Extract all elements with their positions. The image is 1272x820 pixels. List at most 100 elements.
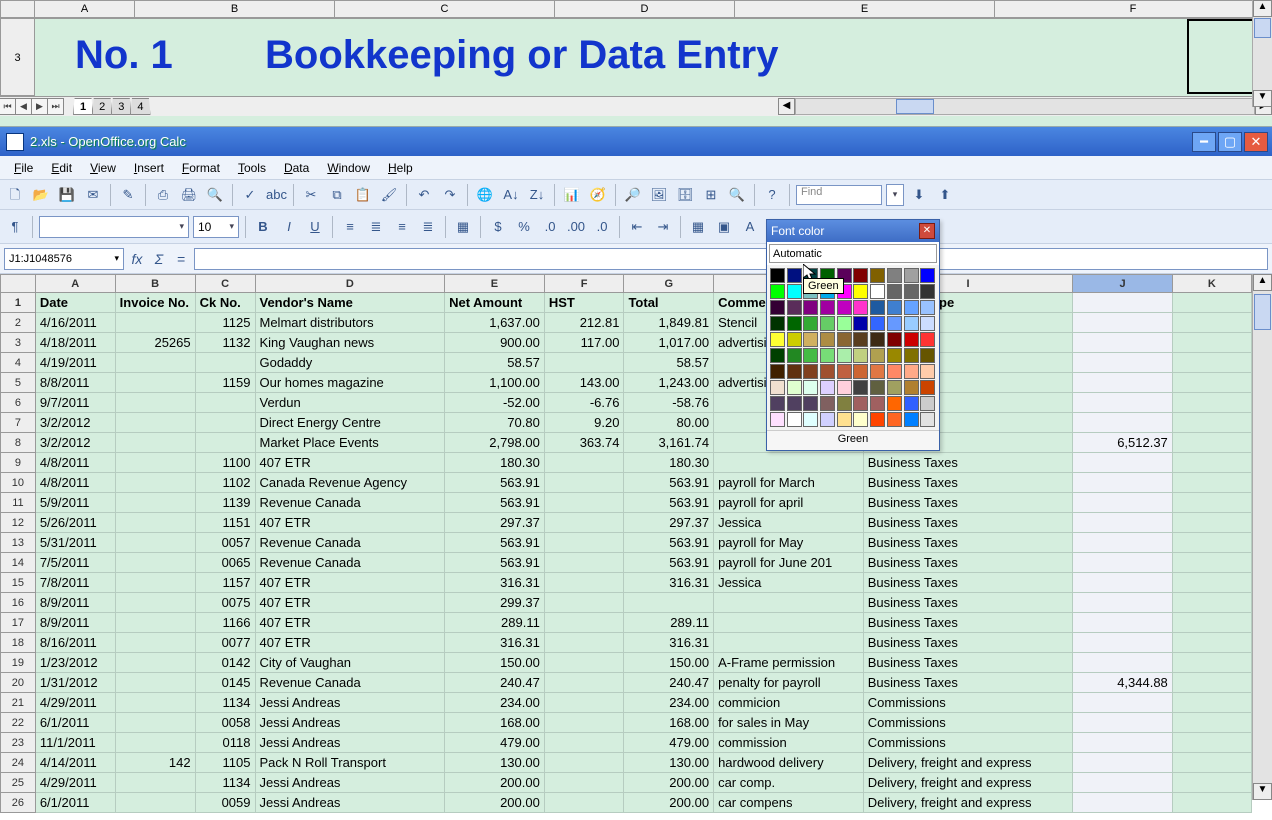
font-size-select[interactable]: 10▾ bbox=[193, 216, 239, 238]
cell[interactable]: 1/31/2012 bbox=[35, 673, 115, 693]
cell[interactable]: 142 bbox=[115, 753, 195, 773]
color-swatch[interactable] bbox=[770, 364, 785, 379]
sum-icon[interactable]: Σ bbox=[150, 251, 168, 267]
cell[interactable] bbox=[544, 713, 624, 733]
cell[interactable]: 240.47 bbox=[445, 673, 545, 693]
color-swatch[interactable] bbox=[920, 348, 935, 363]
color-swatch[interactable] bbox=[803, 316, 818, 331]
color-swatch[interactable] bbox=[920, 364, 935, 379]
cell[interactable] bbox=[1073, 613, 1173, 633]
row-header-12[interactable]: 12 bbox=[1, 513, 36, 533]
color-swatch[interactable] bbox=[904, 348, 919, 363]
cell[interactable]: 25265 bbox=[115, 333, 195, 353]
col-header-J[interactable]: J bbox=[1073, 275, 1173, 293]
cell[interactable]: Revenue Canada bbox=[255, 493, 445, 513]
cell[interactable]: 297.37 bbox=[624, 513, 714, 533]
cell[interactable]: Jessi Andreas bbox=[255, 693, 445, 713]
row-header-8[interactable]: 8 bbox=[1, 433, 36, 453]
color-swatch[interactable] bbox=[820, 364, 835, 379]
print-icon[interactable]: 🖨 bbox=[178, 184, 200, 206]
hyperlink-icon[interactable]: 🌐 bbox=[474, 184, 496, 206]
cell[interactable]: Market Place Events bbox=[255, 433, 445, 453]
row-header-19[interactable]: 19 bbox=[1, 653, 36, 673]
cell[interactable] bbox=[115, 773, 195, 793]
cell[interactable]: Business Taxes bbox=[863, 533, 1073, 553]
cell[interactable] bbox=[714, 453, 864, 473]
color-swatch[interactable] bbox=[787, 268, 802, 283]
find-toggle-icon[interactable]: 🔎 bbox=[622, 184, 644, 206]
cell[interactable] bbox=[544, 473, 624, 493]
color-swatch[interactable] bbox=[820, 396, 835, 411]
cell[interactable] bbox=[1172, 673, 1251, 693]
vscroll[interactable]: ▲ ▼ bbox=[1252, 274, 1272, 800]
cell[interactable]: 180.30 bbox=[624, 453, 714, 473]
cell[interactable] bbox=[1073, 693, 1173, 713]
help-icon[interactable]: ? bbox=[761, 184, 783, 206]
color-swatch[interactable] bbox=[787, 364, 802, 379]
decrease-indent-icon[interactable]: ⇤ bbox=[626, 216, 648, 238]
cell[interactable] bbox=[1172, 333, 1251, 353]
cell[interactable]: 234.00 bbox=[624, 693, 714, 713]
percent-icon[interactable]: % bbox=[513, 216, 535, 238]
tab-nav-last-icon[interactable]: ⏭ bbox=[47, 98, 64, 115]
cell[interactable]: Jessica bbox=[714, 513, 864, 533]
cell[interactable]: 1134 bbox=[195, 773, 255, 793]
cell[interactable]: 11/1/2011 bbox=[35, 733, 115, 753]
color-swatch[interactable] bbox=[787, 396, 802, 411]
cell[interactable]: 8/8/2011 bbox=[35, 373, 115, 393]
cell[interactable] bbox=[544, 773, 624, 793]
zoom-icon[interactable]: 🔍 bbox=[726, 184, 748, 206]
open-icon[interactable]: 📂 bbox=[30, 184, 52, 206]
cell[interactable] bbox=[1172, 413, 1251, 433]
color-swatch[interactable] bbox=[904, 396, 919, 411]
top-row-cells[interactable]: No. 1 Bookkeeping or Data Entry bbox=[35, 18, 1272, 96]
name-box[interactable]: J1:J1048576▾ bbox=[4, 248, 124, 270]
row-header-4[interactable]: 4 bbox=[1, 353, 36, 373]
color-swatch[interactable] bbox=[787, 316, 802, 331]
color-swatch[interactable] bbox=[770, 380, 785, 395]
row-header-20[interactable]: 20 bbox=[1, 673, 36, 693]
color-swatch[interactable] bbox=[853, 396, 868, 411]
vscroll-thumb[interactable] bbox=[1254, 294, 1271, 330]
spellcheck-icon[interactable]: ✓ bbox=[239, 184, 261, 206]
col-header-F[interactable]: F bbox=[544, 275, 624, 293]
color-swatch[interactable] bbox=[770, 268, 785, 283]
cell[interactable]: 4/8/2011 bbox=[35, 473, 115, 493]
cell[interactable]: 563.91 bbox=[445, 533, 545, 553]
color-swatch[interactable] bbox=[870, 380, 885, 395]
sheet-tab-4[interactable]: 4 bbox=[130, 98, 150, 115]
row-header-24[interactable]: 24 bbox=[1, 753, 36, 773]
cell[interactable]: 1,017.00 bbox=[624, 333, 714, 353]
cell[interactable]: 0059 bbox=[195, 793, 255, 813]
hscroll-thumb[interactable] bbox=[896, 99, 934, 114]
header-cell[interactable]: HST bbox=[544, 293, 624, 313]
cell[interactable]: 1166 bbox=[195, 613, 255, 633]
cell[interactable] bbox=[1172, 353, 1251, 373]
row-header-7[interactable]: 7 bbox=[1, 413, 36, 433]
cell[interactable]: 234.00 bbox=[445, 693, 545, 713]
cell[interactable]: 289.11 bbox=[624, 613, 714, 633]
formula-input[interactable] bbox=[194, 248, 1268, 270]
align-right-icon[interactable]: ≡ bbox=[391, 216, 413, 238]
cell[interactable]: 168.00 bbox=[624, 713, 714, 733]
cell[interactable]: 316.31 bbox=[624, 573, 714, 593]
cell[interactable]: 6/1/2011 bbox=[35, 793, 115, 813]
grid-corner[interactable] bbox=[1, 275, 36, 293]
row-header-15[interactable]: 15 bbox=[1, 573, 36, 593]
cell[interactable]: -58.76 bbox=[624, 393, 714, 413]
cell[interactable] bbox=[1172, 453, 1251, 473]
cell[interactable]: 563.91 bbox=[624, 533, 714, 553]
cell[interactable]: 4/29/2011 bbox=[35, 773, 115, 793]
cell[interactable]: 117.00 bbox=[544, 333, 624, 353]
cell[interactable]: 1132 bbox=[195, 333, 255, 353]
cell[interactable]: 4/16/2011 bbox=[35, 313, 115, 333]
color-swatch[interactable] bbox=[920, 396, 935, 411]
cell[interactable] bbox=[1073, 473, 1173, 493]
menu-format[interactable]: Format bbox=[174, 158, 228, 178]
cell[interactable]: 1151 bbox=[195, 513, 255, 533]
color-swatch[interactable] bbox=[887, 380, 902, 395]
cell[interactable] bbox=[115, 353, 195, 373]
cell[interactable]: 70.80 bbox=[445, 413, 545, 433]
cell[interactable]: Pack N Roll Transport bbox=[255, 753, 445, 773]
gallery-icon[interactable]: 🖼 bbox=[648, 184, 670, 206]
